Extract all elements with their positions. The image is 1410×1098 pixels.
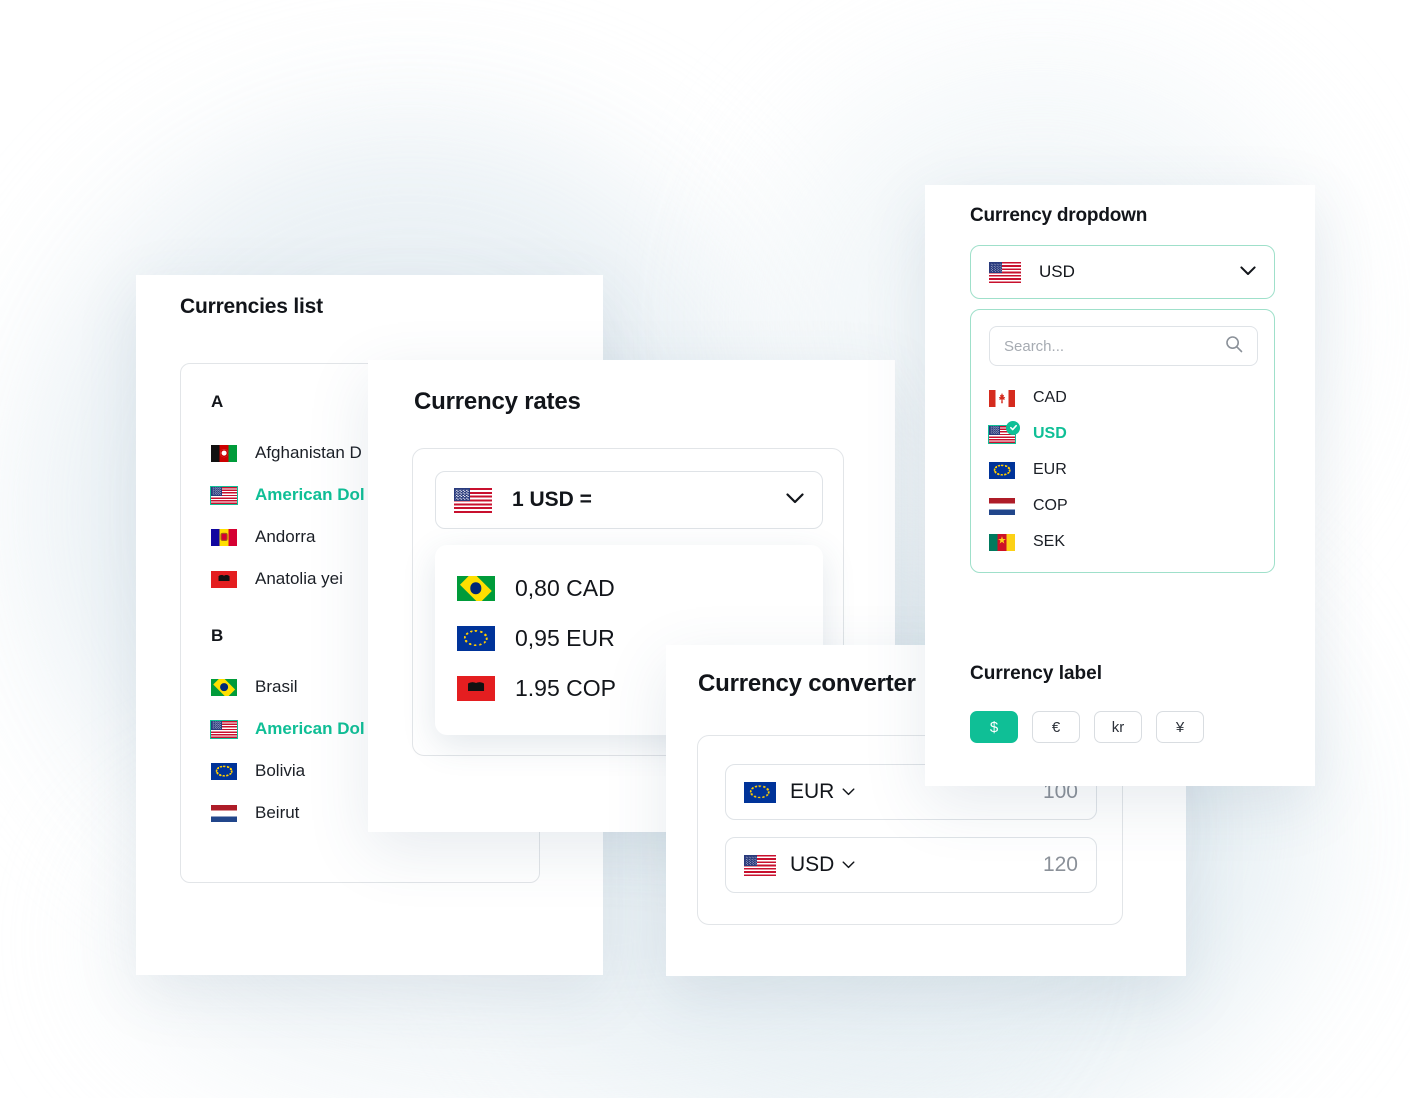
currency-option-flag-wrapper bbox=[989, 497, 1015, 515]
currency-rate-value: 1.95 COP bbox=[515, 674, 616, 701]
chevron-down-icon[interactable] bbox=[1240, 263, 1256, 281]
currency-label-chip[interactable]: kr bbox=[1094, 711, 1142, 743]
ca-flag-icon bbox=[989, 389, 1015, 407]
currency-option-code: CAD bbox=[1033, 389, 1067, 406]
eu-flag-icon bbox=[211, 762, 237, 780]
us-flag-icon bbox=[989, 261, 1021, 283]
currency-list-item-label: Anatolia yei bbox=[255, 569, 343, 588]
us-flag-icon bbox=[454, 487, 492, 513]
currency-list-item-label: Afghanistan D bbox=[255, 443, 362, 462]
currency-converter-title: Currency converter bbox=[698, 670, 916, 697]
currency-label-chip-group: $ € kr ¥ bbox=[970, 711, 1204, 743]
converter-amount-input[interactable]: 120 bbox=[1043, 853, 1078, 877]
af-flag-icon bbox=[211, 444, 237, 462]
chevron-down-icon[interactable] bbox=[786, 491, 804, 509]
currency-option-code: EUR bbox=[1033, 461, 1067, 478]
nl-flag-icon bbox=[211, 804, 237, 822]
br-flag-icon bbox=[211, 678, 237, 696]
currency-list-item-label: Bolivia bbox=[255, 761, 306, 780]
currency-dropdown-title: Currency dropdown bbox=[970, 205, 1148, 226]
eu-flag-icon bbox=[457, 625, 495, 651]
us-flag-icon bbox=[210, 719, 238, 739]
eu-flag-icon bbox=[989, 461, 1015, 479]
currency-option-row[interactable]: EUR bbox=[989, 452, 1274, 488]
currency-list-item-label: Andorra bbox=[255, 527, 316, 546]
rates-base-selector[interactable]: 1 USD = bbox=[435, 471, 823, 529]
converter-currency-code: USD bbox=[790, 853, 835, 876]
search-input[interactable] bbox=[1004, 337, 1219, 355]
currency-rate-value: 0,80 CAD bbox=[515, 574, 615, 601]
currency-option-row[interactable]: CAD bbox=[989, 380, 1274, 416]
currency-list-item-label: American Dol bbox=[255, 485, 365, 504]
currency-option-flag-wrapper bbox=[989, 389, 1015, 407]
currency-label-chip[interactable]: ¥ bbox=[1156, 711, 1204, 743]
currency-list-item-label: Beirut bbox=[255, 803, 300, 822]
currency-label-chip[interactable]: $ bbox=[970, 711, 1018, 743]
ad-flag-icon bbox=[211, 528, 237, 546]
currency-option-row[interactable]: COP bbox=[989, 488, 1274, 524]
currency-option-code: COP bbox=[1033, 497, 1068, 514]
al-flag-icon bbox=[211, 570, 237, 588]
currency-label-title: Currency label bbox=[970, 663, 1102, 684]
chevron-down-icon[interactable] bbox=[842, 783, 855, 801]
currency-option-row[interactable]: USD bbox=[988, 416, 1274, 452]
currency-dropdown-menu: CAD USD EUR COP SEK bbox=[970, 309, 1275, 573]
search-icon[interactable] bbox=[1225, 335, 1243, 358]
search-field-wrapper[interactable] bbox=[989, 326, 1258, 366]
currency-option-flag-wrapper bbox=[988, 420, 1020, 444]
app-canvas: Currencies list A Afghanistan D American D… bbox=[0, 0, 1410, 1098]
currency-option-flag-wrapper bbox=[989, 533, 1015, 551]
currency-dropdown-trigger[interactable]: USD bbox=[970, 245, 1275, 299]
currencies-list-title: Currencies list bbox=[180, 295, 323, 318]
nl-flag-icon bbox=[989, 497, 1015, 515]
chevron-down-icon[interactable] bbox=[842, 856, 855, 874]
br-flag-icon bbox=[457, 575, 495, 601]
check-circle-icon bbox=[1006, 420, 1020, 435]
currency-rate-row[interactable]: 0,80 CAD bbox=[457, 563, 823, 613]
currency-list-item-label: American Dol bbox=[255, 719, 365, 738]
currency-option-row[interactable]: SEK bbox=[989, 524, 1274, 560]
eu-flag-icon bbox=[744, 781, 776, 803]
cm-flag-icon bbox=[989, 533, 1015, 551]
currency-dropdown-options: CAD USD EUR COP SEK bbox=[988, 380, 1274, 560]
al-flag-icon bbox=[457, 675, 495, 701]
converter-currency-code: EUR bbox=[790, 780, 835, 803]
rates-base-label: 1 USD = bbox=[512, 488, 592, 511]
us-flag-icon bbox=[744, 854, 776, 876]
currency-option-code: SEK bbox=[1033, 533, 1066, 550]
currency-rates-title: Currency rates bbox=[414, 388, 581, 415]
currency-dropdown-selected-code: USD bbox=[1039, 262, 1075, 281]
converter-field[interactable]: USD 120 bbox=[725, 837, 1097, 893]
currency-label-chip[interactable]: € bbox=[1032, 711, 1080, 743]
currency-option-flag-wrapper bbox=[989, 461, 1015, 479]
currency-option-code: USD bbox=[1033, 425, 1067, 442]
us-flag-icon bbox=[210, 485, 238, 505]
currency-dropdown-panel: Currency dropdown USD CAD USD EUR COP SEK Cu… bbox=[925, 185, 1315, 786]
currency-list-item-label: Brasil bbox=[255, 677, 298, 696]
currency-rate-value: 0,95 EUR bbox=[515, 624, 615, 651]
